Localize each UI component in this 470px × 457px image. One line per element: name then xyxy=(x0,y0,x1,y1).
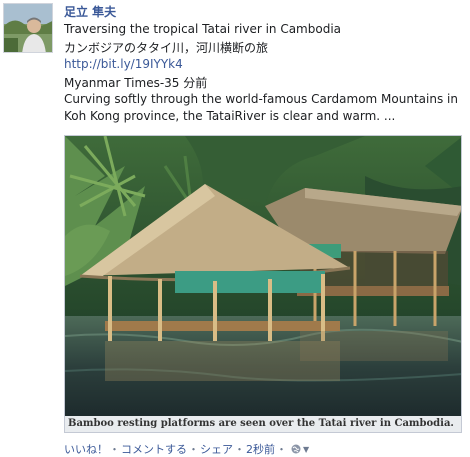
action-separator: ・ xyxy=(276,443,287,456)
post-description: Curving softly through the world-famous … xyxy=(64,92,458,123)
comment-link[interactable]: コメントする xyxy=(121,441,187,457)
author-avatar[interactable] xyxy=(3,3,53,53)
photo-caption: Bamboo resting platforms are seen over t… xyxy=(65,416,461,432)
post-title-en: Traversing the tropical Tatai river in C… xyxy=(64,22,342,36)
globe-icon[interactable] xyxy=(291,444,301,454)
feed-post: 足立 隼夫 Traversing the tropical Tatai rive… xyxy=(0,0,470,457)
action-separator: ・ xyxy=(109,443,120,456)
share-link[interactable]: シェア xyxy=(200,441,233,457)
post-link[interactable]: http://bit.ly/19IYYk4 xyxy=(64,57,183,71)
like-link[interactable]: いいね！ xyxy=(64,441,108,457)
action-separator: ・ xyxy=(188,443,199,456)
post-photo[interactable]: Bamboo resting platforms are seen over t… xyxy=(64,135,462,433)
post-action-bar: いいね！ ・ コメントする ・ シェア ・ 2秒前 ・ ▼ xyxy=(64,441,309,457)
caret-down-icon[interactable]: ▼ xyxy=(303,445,309,454)
action-separator: ・ xyxy=(234,443,245,456)
author-name[interactable]: 足立 隼夫 xyxy=(64,3,116,20)
post-title-jp: カンボジアのタタイ川，河川横断の旅 xyxy=(64,41,269,55)
post-timestamp[interactable]: 2秒前 xyxy=(246,441,275,457)
river-photo-image xyxy=(65,136,461,418)
post-source: Myanmar Times-35 分前 xyxy=(64,76,208,90)
